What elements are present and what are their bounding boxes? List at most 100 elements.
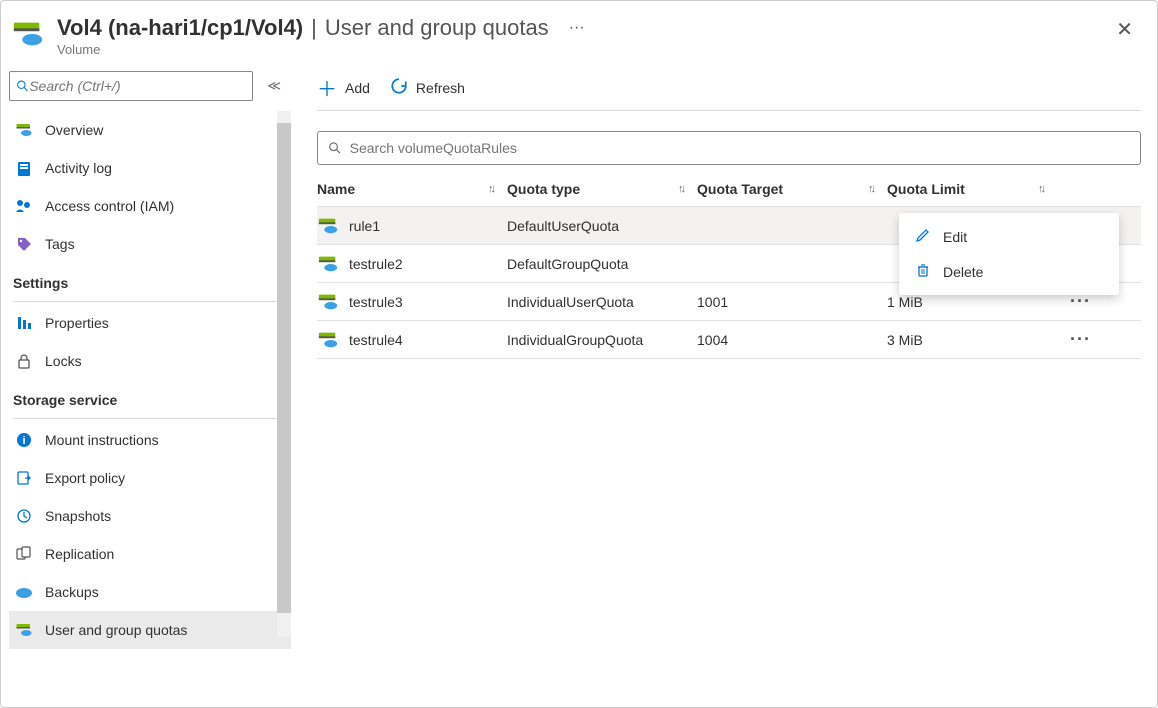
sidebar-scrollbar-thumb[interactable] [277,123,291,613]
cell-type: IndividualUserQuota [507,294,634,310]
sidebar-item-replication[interactable]: Replication [9,535,291,573]
sidebar-item-quotas[interactable]: User and group quotas [9,611,291,649]
sidebar-item-label: Export policy [45,470,125,486]
cell-limit: 3 MiB [887,332,923,348]
header-more-icon[interactable]: ··· [569,19,585,37]
sidebar-item-label: Snapshots [45,508,111,524]
backups-icon [15,583,33,601]
cell-name: rule1 [349,218,380,234]
main-content: ＋ Add Refresh Name↑↓ Quota type↑↓ Quota … [291,65,1157,707]
table-search[interactable] [317,131,1141,165]
context-menu: Edit Delete [899,213,1119,295]
sidebar-search[interactable] [9,71,253,101]
cell-name: testrule2 [349,256,403,272]
table-search-input[interactable] [350,140,1130,156]
cell-name: testrule4 [349,332,403,348]
sidebar-nav: ▲ Overview Activity log Access control (… [9,111,291,707]
add-label: Add [345,80,370,96]
info-icon: i [15,431,33,449]
add-button[interactable]: ＋ Add [317,73,370,102]
page-title-bold: Vol4 (na-hari1/cp1/Vol4) [57,15,303,41]
page-title-sep: | [311,15,317,41]
sidebar-item-label: Backups [45,584,99,600]
sidebar-item-label: Replication [45,546,114,562]
delete-icon [915,262,931,281]
export-icon [15,469,33,487]
sort-icon: ↑↓ [868,183,873,195]
sidebar-item-export[interactable]: Export policy [9,459,291,497]
refresh-button[interactable]: Refresh [390,77,465,98]
volume-icon [317,215,339,237]
page-title-light: User and group quotas [325,15,549,41]
sidebar-item-locks[interactable]: Locks [9,342,291,380]
close-button[interactable]: ✕ [1110,15,1139,44]
activity-log-icon [15,159,33,177]
sidebar-item-mount[interactable]: i Mount instructions [9,421,291,459]
th-quota-target[interactable]: Quota Target↑↓ [697,181,887,197]
sidebar-item-label: Overview [45,122,103,138]
cell-type: DefaultUserQuota [507,218,619,234]
divider [13,301,283,302]
volume-icon [317,253,339,275]
properties-icon [15,314,33,332]
sidebar-item-label: Mount instructions [45,432,159,448]
sidebar-item-overview[interactable]: Overview [9,111,291,149]
svg-text:i: i [22,435,25,447]
sidebar-item-snapshots[interactable]: Snapshots [9,497,291,535]
sidebar-item-label: Properties [45,315,109,331]
sidebar-item-iam[interactable]: Access control (IAM) [9,187,291,225]
sidebar-item-label: Access control (IAM) [45,198,174,214]
th-name[interactable]: Name↑↓ [317,181,507,197]
tags-icon [15,235,33,253]
plus-icon: ＋ [317,73,337,102]
cell-target: 1001 [697,294,728,310]
th-quota-type[interactable]: Quota type↑↓ [507,181,697,197]
context-edit-label: Edit [943,229,967,245]
locks-icon [15,352,33,370]
replication-icon [15,545,33,563]
overview-icon [15,121,33,139]
blade-header: Vol4 (na-hari1/cp1/Vol4) | User and grou… [1,1,1157,65]
sort-icon: ↑↓ [678,183,683,195]
sidebar: ≪ ▲ Overview Activity log Access control… [1,65,291,707]
edit-icon [915,227,931,246]
sidebar-item-activity-log[interactable]: Activity log [9,149,291,187]
row-more-button[interactable]: ··· [1057,329,1097,350]
cell-type: IndividualGroupQuota [507,332,643,348]
sidebar-scrollbar-track[interactable] [277,111,291,637]
cell-limit: 1 MiB [887,294,923,310]
divider [13,418,283,419]
sort-icon: ↑↓ [488,183,493,195]
table-row[interactable]: testrule4 IndividualGroupQuota 1004 3 Mi… [317,321,1141,359]
toolbar: ＋ Add Refresh [317,65,1141,111]
th-quota-limit[interactable]: Quota Limit↑↓ [887,181,1057,197]
context-delete-label: Delete [943,264,983,280]
sidebar-item-label: Tags [45,236,75,252]
sidebar-item-label: Activity log [45,160,112,176]
context-delete[interactable]: Delete [899,254,1119,289]
cell-type: DefaultGroupQuota [507,256,628,272]
sort-icon: ↑↓ [1038,183,1043,195]
table-header-row: Name↑↓ Quota type↑↓ Quota Target↑↓ Quota… [317,171,1141,207]
page-subtitle: Volume [57,42,585,57]
sidebar-section-storage: Storage service [9,380,291,414]
volume-icon [317,291,339,313]
cell-target: 1004 [697,332,728,348]
volume-icon [11,17,45,51]
search-icon [16,79,29,93]
collapse-sidebar-icon[interactable]: ≪ [263,74,285,98]
quotas-icon [15,621,33,639]
sidebar-section-settings: Settings [9,263,291,297]
sidebar-item-properties[interactable]: Properties [9,304,291,342]
cell-name: testrule3 [349,294,403,310]
sidebar-item-backups[interactable]: Backups [9,573,291,611]
iam-icon [15,197,33,215]
volume-icon [317,329,339,351]
refresh-icon [390,77,408,98]
search-icon [328,141,342,155]
context-edit[interactable]: Edit [899,219,1119,254]
sidebar-item-tags[interactable]: Tags [9,225,291,263]
snapshots-icon [15,507,33,525]
sidebar-search-input[interactable] [29,78,246,94]
sidebar-item-label: User and group quotas [45,622,187,638]
